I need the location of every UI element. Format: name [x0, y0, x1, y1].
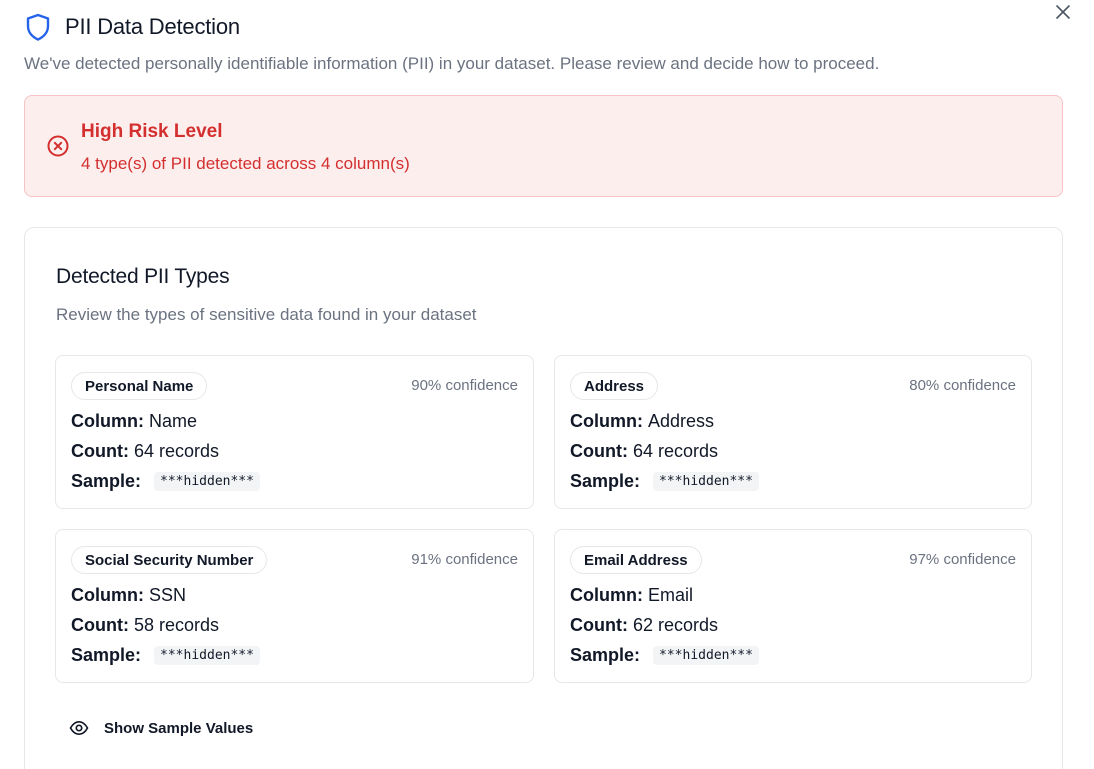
- risk-level-title: High Risk Level: [81, 121, 223, 142]
- pii-type-badge: Social Security Number: [71, 546, 268, 574]
- pii-type-card: Social Security Number 91% confidence Co…: [55, 529, 534, 683]
- column-key: Column:: [570, 585, 648, 605]
- column-value: SSN: [149, 585, 187, 605]
- pii-type-badge: Personal Name: [71, 372, 208, 400]
- pii-detection-dialog: PII Data Detection We've detected person…: [0, 0, 1094, 769]
- eye-icon: [69, 720, 89, 736]
- sample-row: Sample: ***hidden***: [570, 645, 759, 666]
- sample-row: Sample: ***hidden***: [570, 471, 759, 492]
- close-icon: [1056, 5, 1070, 19]
- count-value: 62 records: [632, 615, 719, 635]
- sample-key: Sample:: [570, 645, 646, 665]
- column-key: Column:: [71, 411, 149, 431]
- panel-title: Detected PII Types: [56, 265, 230, 288]
- shield-icon: [26, 13, 50, 41]
- count-row: Count: 62 records: [570, 615, 718, 636]
- confidence-label: 97% confidence: [909, 551, 1016, 568]
- dialog-subtitle: We've detected personally identifiable i…: [24, 54, 880, 73]
- sample-row: Sample: ***hidden***: [71, 471, 260, 492]
- pii-type-card: Address 80% confidence Column: Address C…: [554, 355, 1032, 509]
- dialog-title: PII Data Detection: [65, 14, 240, 39]
- sample-key: Sample:: [570, 471, 646, 491]
- count-key: Count:: [71, 441, 134, 461]
- risk-level-description: 4 type(s) of PII detected across 4 colum…: [81, 154, 410, 173]
- risk-alert: High Risk Level 4 type(s) of PII detecte…: [24, 95, 1063, 197]
- pii-type-badge: Address: [570, 372, 659, 400]
- sample-key: Sample:: [71, 645, 147, 665]
- column-row: Column: Address: [570, 411, 714, 432]
- column-value: Address: [648, 411, 715, 431]
- count-value: 64 records: [632, 441, 719, 461]
- column-row: Column: SSN: [71, 585, 186, 606]
- sample-key: Sample:: [71, 471, 147, 491]
- x-circle-icon: [47, 135, 69, 157]
- confidence-label: 91% confidence: [411, 551, 518, 568]
- column-value: Email: [648, 585, 694, 605]
- column-row: Column: Name: [71, 411, 197, 432]
- column-key: Column:: [71, 585, 149, 605]
- sample-value: ***hidden***: [653, 646, 759, 665]
- column-key: Column:: [570, 411, 648, 431]
- confidence-label: 80% confidence: [909, 377, 1016, 394]
- sample-row: Sample: ***hidden***: [71, 645, 260, 666]
- pii-type-card: Email Address 97% confidence Column: Ema…: [554, 529, 1032, 683]
- detected-pii-panel: Detected PII Types Review the types of s…: [24, 227, 1063, 769]
- count-row: Count: 64 records: [570, 441, 718, 462]
- pii-type-card: Personal Name 90% confidence Column: Nam…: [55, 355, 534, 509]
- count-key: Count:: [570, 615, 633, 635]
- show-sample-values-label: Show Sample Values: [104, 719, 254, 737]
- column-value: Name: [149, 411, 198, 431]
- close-button[interactable]: [1054, 3, 1072, 21]
- pii-type-badge: Email Address: [570, 546, 702, 574]
- panel-description: Review the types of sensitive data found…: [56, 305, 477, 324]
- count-key: Count:: [71, 615, 134, 635]
- count-key: Count:: [570, 441, 633, 461]
- count-row: Count: 64 records: [71, 441, 219, 462]
- sample-value: ***hidden***: [154, 646, 260, 665]
- confidence-label: 90% confidence: [411, 377, 518, 394]
- sample-value: ***hidden***: [154, 472, 260, 491]
- count-row: Count: 58 records: [71, 615, 219, 636]
- column-row: Column: Email: [570, 585, 693, 606]
- sample-value: ***hidden***: [653, 472, 759, 491]
- count-value: 64 records: [133, 441, 220, 461]
- dialog-header: PII Data Detection: [24, 12, 240, 42]
- count-value: 58 records: [133, 615, 220, 635]
- show-sample-values-button[interactable]: Show Sample Values: [69, 714, 253, 742]
